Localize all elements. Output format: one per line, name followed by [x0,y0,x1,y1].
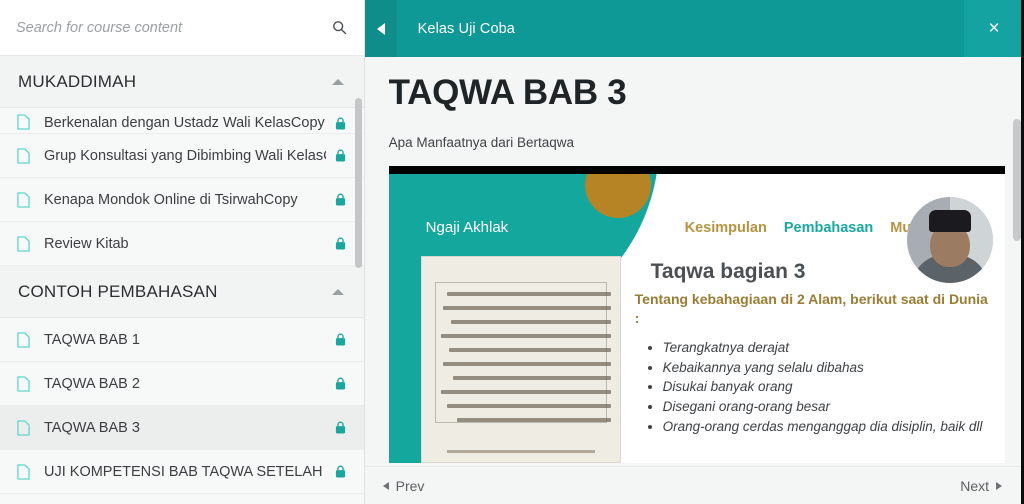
prev-button[interactable]: Prev [382,477,425,494]
list-item[interactable]: TAQWA BAB 1 [0,318,364,362]
course-player: MUKADDIMAH Berkenalan dengan Ustadz Wali… [0,0,1024,504]
slide-nav-kesimpulan: Kesimpulan [684,219,767,236]
page-title: TAQWA BAB 3 [388,73,627,112]
manuscript-line [442,361,611,366]
list-item-label: Grup Konsultasi yang Dibimbing Wali Kela… [44,147,326,164]
close-button[interactable]: × [964,0,1024,57]
slide-bullet-list: Terangkatnya derajat Kebaikannya yang se… [635,338,995,438]
presenter-avatar [906,196,993,283]
back-arrow-icon [376,22,385,35]
search-input[interactable] [16,19,330,36]
list-item[interactable]: TAQWA BAB 2 [0,362,364,406]
lock-icon [334,376,348,392]
close-icon: × [988,18,1000,39]
chevron-right-icon [996,481,1002,490]
lesson-header: Kelas Uji Coba × [364,0,1024,57]
lock-icon [334,192,348,208]
slide-brand-label: Ngaji Akhlak [425,218,509,236]
lock-icon [334,464,348,480]
list-item[interactable]: TAQWA BAB 3 [0,406,364,450]
manuscript-line [440,389,611,394]
manuscript-image [420,255,621,463]
list-item[interactable]: Review Kitab [0,222,364,266]
course-sidebar: MUKADDIMAH Berkenalan dengan Ustadz Wali… [0,0,365,504]
slide-bullet: Disegani orang-orang besar [663,397,995,417]
course-title: Kelas Uji Coba [417,20,515,37]
manuscript-line [450,319,611,324]
prev-label: Prev [395,477,425,494]
manuscript-footer-line [446,449,595,453]
page-subtitle: Apa Manfaatnya dari Bertaqwa [388,134,575,150]
document-icon [14,375,32,393]
header-title-area: Kelas Uji Coba [396,0,964,57]
document-icon [14,147,32,165]
list-item[interactable]: Berkenalan dengan Ustadz Wali KelasCopy [0,108,364,134]
slide-bullet: Disukai banyak orang [663,377,995,397]
slide-bullet: Orang-orang cerdas menganggap dia disipl… [663,417,995,437]
section-title: MUKADDIMAH [18,71,137,91]
section-title: CONTOH PEMBAHASAN [18,281,218,301]
document-icon [14,463,32,481]
list-item-label: TAQWA BAB 1 [44,331,140,348]
manuscript-line [446,403,611,408]
manuscript-line [446,291,611,296]
slide-body: Taqwa bagian 3 Tentang kebahagiaan di 2 … [635,260,995,438]
caret-up-icon[interactable] [331,78,344,85]
manuscript-line [448,347,611,352]
next-label: Next [960,477,989,494]
document-icon [14,191,32,209]
video-player[interactable]: Ngaji Akhlak Kesimpulan Pembahasan Mukad [388,165,1005,463]
slide-nav: Kesimpulan Pembahasan Mukad [685,220,937,236]
lesson-pager: Prev Next [364,466,1024,504]
sidebar-scroll-area: MUKADDIMAH Berkenalan dengan Ustadz Wali… [0,56,364,504]
lock-icon [334,420,348,436]
lock-icon [334,148,348,164]
section-header-mukaddimah[interactable]: MUKADDIMAH [0,56,364,108]
document-icon [14,331,32,349]
lock-icon [334,332,348,348]
manuscript-frame [434,281,607,423]
lesson-panel: Kelas Uji Coba × TAQWA BAB 3 Apa Manfaat… [364,0,1024,504]
list-item[interactable]: UJI KOMPETENSI BAB TAQWA SETELAH BELAJAR [0,450,364,494]
manuscript-line [442,305,611,310]
lesson-content: TAQWA BAB 3 Apa Manfaatnya dari Bertaqwa… [364,57,1024,466]
list-item[interactable]: Grup Konsultasi yang Dibimbing Wali Kela… [0,134,364,178]
search-icon[interactable] [330,18,350,38]
manuscript-line [456,417,611,422]
manuscript-line [452,375,611,380]
sidebar-scrollbar[interactable] [354,98,362,268]
list-item-label: TAQWA BAB 2 [44,375,140,392]
search-bar [0,0,364,56]
slide-lead: Tentang kebahagiaan di 2 Alam, berikut s… [634,290,988,326]
slide-bullet: Kebaikannya yang selalu dibahas [663,358,995,378]
content-scrollbar[interactable] [1013,119,1021,241]
chevron-left-icon [382,481,389,490]
document-icon [14,419,32,437]
document-icon [14,235,32,253]
section-header-contoh-pembahasan[interactable]: CONTOH PEMBAHASAN [0,266,364,318]
slide-canvas: Ngaji Akhlak Kesimpulan Pembahasan Mukad [388,173,1005,463]
slide-bullet: Terangkatnya derajat [663,338,995,358]
list-item-label: Kenapa Mondok Online di TsirwahCopy [44,191,298,208]
list-item-label: Review Kitab [44,235,129,252]
document-icon [14,113,32,131]
list-item-label: Berkenalan dengan Ustadz Wali KelasCopy [44,115,325,131]
list-item-label: UJI KOMPETENSI BAB TAQWA SETELAH BELAJAR [44,463,326,480]
list-item[interactable]: Kenapa Mondok Online di TsirwahCopy [0,178,364,222]
next-button[interactable]: Next [960,478,1002,494]
lock-icon [334,236,348,252]
back-button[interactable] [364,0,397,57]
manuscript-line [440,333,611,338]
list-item-label: TAQWA BAB 3 [44,419,140,436]
avatar-cap [928,209,971,232]
slide-nav-pembahasan: Pembahasan [783,219,874,236]
caret-up-icon[interactable] [331,288,344,295]
lock-icon [334,115,348,131]
